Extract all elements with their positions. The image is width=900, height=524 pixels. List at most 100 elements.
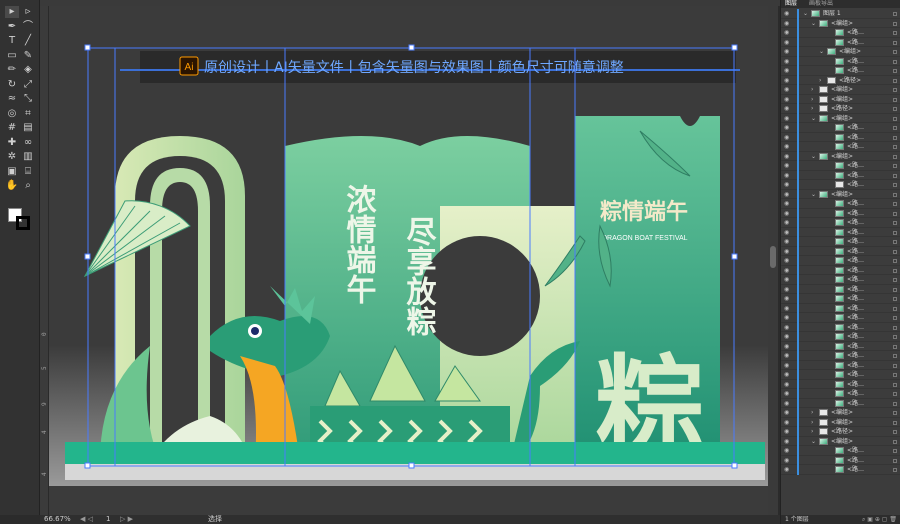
tab-artboard-export[interactable]: 画板导出 <box>809 0 833 8</box>
eraser-tool[interactable]: ◈ <box>21 64 35 76</box>
layer-name[interactable]: <编组> <box>831 95 853 105</box>
visibility-eye-icon[interactable]: ◉ <box>784 191 793 198</box>
artboard-number[interactable]: 1 <box>106 515 110 524</box>
chevron-right-icon[interactable]: › <box>811 427 813 437</box>
rectangle-tool[interactable]: ▭ <box>5 50 19 62</box>
layer-row[interactable]: ◉ › <编组> <box>781 408 900 418</box>
curvature-tool[interactable]: ⌒ <box>21 21 35 33</box>
target-circle-icon[interactable] <box>893 154 897 159</box>
layer-row[interactable]: ◉ <路… <box>781 284 900 294</box>
chevron-down-icon[interactable]: ⌄ <box>819 47 824 57</box>
layer-name[interactable]: <路… <box>847 323 864 333</box>
chevron-right-icon[interactable]: › <box>811 95 813 105</box>
perspective-tool[interactable]: ⌗ <box>21 108 35 120</box>
visibility-eye-icon[interactable]: ◉ <box>784 333 793 340</box>
visibility-eye-icon[interactable]: ◉ <box>784 409 793 416</box>
target-circle-icon[interactable] <box>893 59 897 64</box>
chevron-down-icon[interactable]: ⌄ <box>811 19 816 29</box>
layer-name[interactable]: <路… <box>847 256 864 266</box>
target-circle-icon[interactable] <box>893 259 897 263</box>
visibility-eye-icon[interactable]: ◉ <box>784 390 793 397</box>
layer-name[interactable]: <路… <box>847 142 864 152</box>
target-circle-icon[interactable] <box>893 173 897 178</box>
visibility-eye-icon[interactable]: ◉ <box>784 20 793 27</box>
layer-name[interactable]: <编组> <box>839 47 861 57</box>
chevron-down-icon[interactable]: ⌄ <box>811 437 816 447</box>
blend-tool[interactable]: ∞ <box>21 137 35 149</box>
layer-row[interactable]: ◉ <路… <box>781 332 900 342</box>
target-circle-icon[interactable] <box>893 230 897 235</box>
line-tool[interactable]: ╱ <box>21 35 35 47</box>
visibility-eye-icon[interactable]: ◉ <box>784 210 793 217</box>
target-circle-icon[interactable] <box>893 211 897 216</box>
layer-name[interactable]: <编组> <box>831 114 853 124</box>
layer-name[interactable]: <路… <box>847 361 864 371</box>
symbol-sprayer-tool[interactable]: ✲ <box>5 151 19 163</box>
target-circle-icon[interactable] <box>893 268 897 273</box>
target-circle-icon[interactable] <box>893 107 897 111</box>
layer-name[interactable]: <路… <box>847 351 864 361</box>
target-circle-icon[interactable] <box>893 325 897 330</box>
visibility-eye-icon[interactable]: ◉ <box>784 438 793 445</box>
layer-name[interactable]: <路… <box>847 313 864 323</box>
shape-builder-tool[interactable]: ◎ <box>5 108 19 120</box>
visibility-eye-icon[interactable]: ◉ <box>784 447 793 454</box>
vertical-scrollbar[interactable] <box>768 6 778 515</box>
visibility-eye-icon[interactable]: ◉ <box>784 115 793 122</box>
target-circle-icon[interactable] <box>893 335 897 339</box>
target-circle-icon[interactable] <box>893 392 897 396</box>
layer-name[interactable]: <路… <box>847 38 864 48</box>
visibility-eye-icon[interactable]: ◉ <box>784 48 793 55</box>
layer-row[interactable]: ◉ <路… <box>781 56 900 66</box>
target-circle-icon[interactable] <box>893 40 897 45</box>
visibility-eye-icon[interactable]: ◉ <box>784 238 793 245</box>
target-circle-icon[interactable] <box>893 420 897 425</box>
layer-row[interactable]: ◉ <路… <box>781 246 900 256</box>
layer-row[interactable]: ◉ <路… <box>781 208 900 218</box>
chevron-down-icon[interactable]: ⌄ <box>803 9 808 19</box>
visibility-eye-icon[interactable]: ◉ <box>784 10 793 17</box>
layer-row[interactable]: ◉ <路… <box>781 265 900 275</box>
visibility-eye-icon[interactable]: ◉ <box>784 124 793 131</box>
target-circle-icon[interactable] <box>893 401 897 406</box>
layer-row[interactable]: ◉ › <路径> <box>781 75 900 85</box>
layer-row[interactable]: ◉ › <编组> <box>781 94 900 105</box>
type-tool[interactable]: T <box>5 35 19 47</box>
visibility-eye-icon[interactable]: ◉ <box>784 466 793 473</box>
layer-row[interactable]: ◉ <路… <box>781 132 900 143</box>
target-circle-icon[interactable] <box>893 373 897 377</box>
visibility-eye-icon[interactable]: ◉ <box>784 419 793 426</box>
tab-layers[interactable]: 图层 <box>785 0 797 8</box>
layer-row[interactable]: ◉ <路… <box>781 28 900 38</box>
layer-name[interactable]: <路… <box>847 446 864 456</box>
layer-name[interactable]: <路… <box>847 275 864 285</box>
pen-tool[interactable]: ✒ <box>5 21 19 33</box>
layer-row[interactable]: ◉ <路… <box>781 37 900 48</box>
visibility-eye-icon[interactable]: ◉ <box>784 343 793 350</box>
layer-name[interactable]: <编组> <box>831 152 853 162</box>
layer-row[interactable]: ◉ <路… <box>781 370 900 380</box>
target-circle-icon[interactable] <box>893 306 897 311</box>
layer-name[interactable]: <路… <box>847 133 864 143</box>
direct-selection-tool[interactable]: ▹ <box>21 6 35 18</box>
selection-tool[interactable]: ▸ <box>5 6 19 18</box>
visibility-eye-icon[interactable]: ◉ <box>784 324 793 331</box>
target-circle-icon[interactable] <box>893 449 897 453</box>
layer-name[interactable]: <路… <box>847 161 864 171</box>
scroll-thumb[interactable] <box>770 246 776 268</box>
chevron-right-icon[interactable]: › <box>811 418 813 428</box>
layer-name[interactable]: <编组> <box>831 190 853 200</box>
layer-row[interactable]: ◉ <路… <box>781 389 900 399</box>
layer-name[interactable]: <编组> <box>831 408 853 418</box>
layer-row[interactable]: ◉ <路… <box>781 379 900 389</box>
layer-row[interactable]: ◉ <路… <box>781 294 900 304</box>
layer-name[interactable]: <路… <box>847 370 864 380</box>
target-circle-icon[interactable] <box>893 430 897 434</box>
layer-name[interactable]: <路… <box>847 332 864 342</box>
layer-row[interactable]: ◉ ⌄ 图层 1 <box>781 9 900 19</box>
layer-row[interactable]: ◉ › <路径> <box>781 104 900 114</box>
visibility-eye-icon[interactable]: ◉ <box>784 162 793 169</box>
visibility-eye-icon[interactable]: ◉ <box>784 371 793 378</box>
visibility-eye-icon[interactable]: ◉ <box>784 29 793 36</box>
chevron-down-icon[interactable]: ⌄ <box>811 114 816 124</box>
